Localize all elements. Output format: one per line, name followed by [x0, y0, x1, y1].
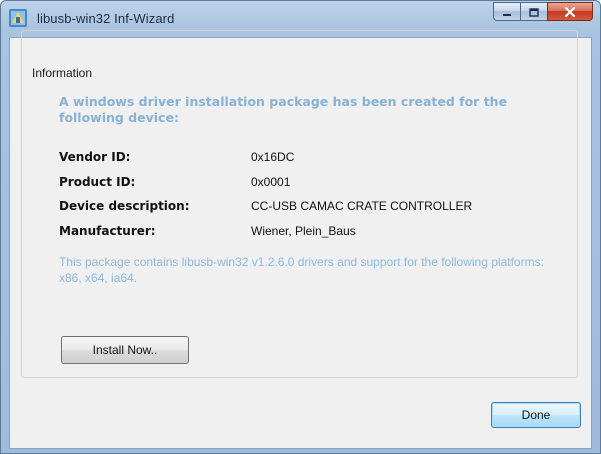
caption-buttons [493, 2, 593, 23]
product-id-label: Product ID: [59, 175, 136, 189]
wizard-app-icon [9, 9, 27, 27]
manufacturer-value: Wiener, Plein_Baus [251, 224, 356, 238]
device-description-label: Device description: [59, 199, 190, 213]
status-headline: A windows driver installation package ha… [59, 94, 508, 125]
manufacturer-label: Manufacturer: [59, 224, 156, 238]
information-group-title: Information [29, 66, 96, 80]
install-now-button[interactable]: Install Now.. [61, 336, 189, 364]
minimize-icon [502, 2, 512, 21]
maximize-icon [529, 2, 539, 21]
product-id-value: 0x0001 [251, 175, 291, 189]
close-icon [564, 2, 576, 21]
close-button[interactable] [547, 2, 593, 21]
vendor-id-label: Vendor ID: [59, 150, 131, 164]
window-title: libusb-win32 Inf-Wizard [37, 11, 175, 26]
maximize-button[interactable] [520, 2, 547, 21]
package-note: This package contains libusb-win32 v1.2.… [59, 255, 544, 285]
device-description-value: CC-USB CAMAC CRATE CONTROLLER [251, 199, 473, 213]
vendor-id-value: 0x16DC [251, 150, 295, 164]
minimize-button[interactable] [493, 2, 520, 21]
done-button[interactable]: Done [491, 402, 581, 428]
